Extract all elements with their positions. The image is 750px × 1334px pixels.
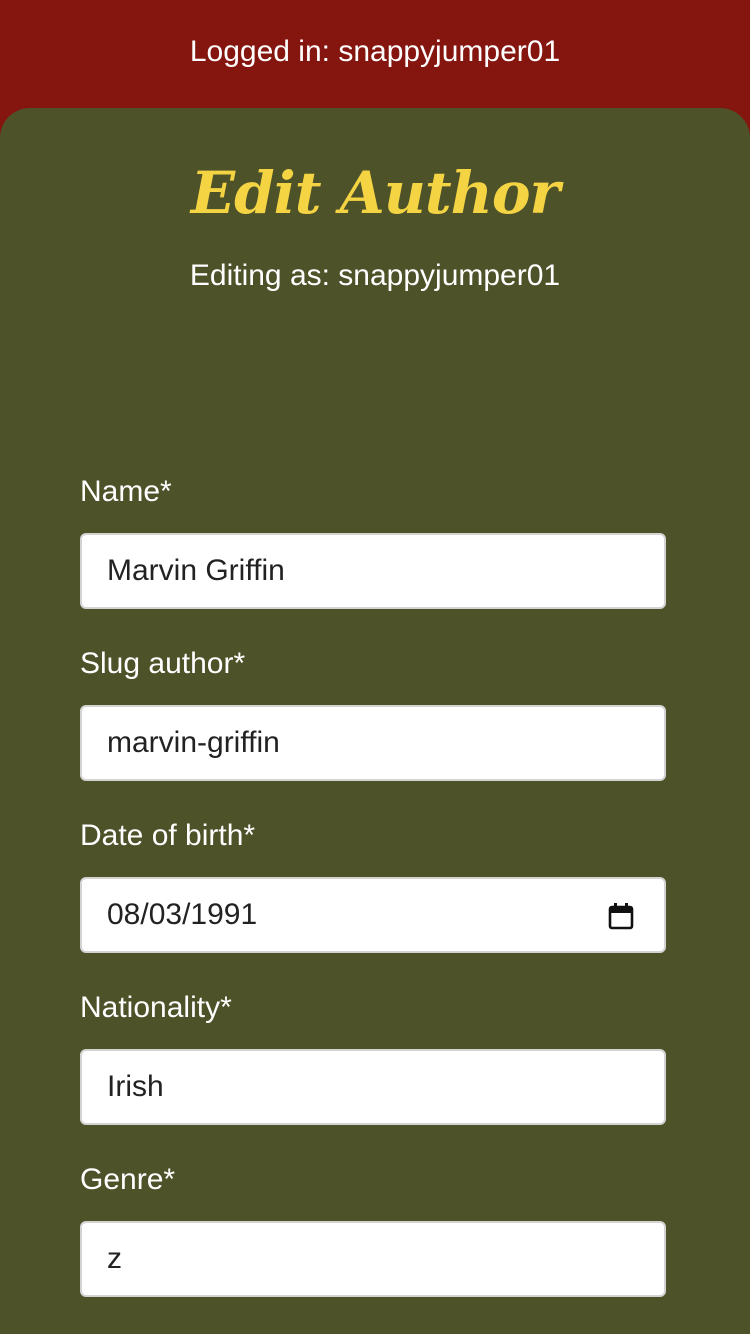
editing-as-text: Editing as: snappyjumper01 xyxy=(189,259,561,292)
genre-field[interactable]: z xyxy=(80,1221,666,1297)
genre-label: Genre* xyxy=(80,1163,176,1196)
slug-author-value: marvin-griffin xyxy=(107,726,280,759)
name-label: Name* xyxy=(80,475,172,508)
date-of-birth-value: 08/03/1991 xyxy=(107,898,258,931)
page-title: Edit Author xyxy=(190,159,560,227)
date-of-birth-field[interactable]: 08/03/1991 xyxy=(80,877,666,953)
nationality-label: Nationality* xyxy=(80,991,232,1024)
slug-author-field[interactable]: marvin-griffin xyxy=(80,705,666,781)
name-field[interactable]: Marvin Griffin xyxy=(80,533,666,609)
login-status: Logged in: snappyjumper01 xyxy=(189,35,561,68)
genre-value: z xyxy=(107,1242,122,1275)
calendar-icon[interactable] xyxy=(608,902,634,930)
nationality-value: Irish xyxy=(107,1070,164,1103)
name-value: Marvin Griffin xyxy=(107,554,285,587)
slug-author-label: Slug author* xyxy=(80,647,246,680)
date-of-birth-label: Date of birth* xyxy=(80,819,256,852)
top-bar: Logged in: snappyjumper01 xyxy=(0,0,750,108)
nationality-field[interactable]: Irish xyxy=(80,1049,666,1125)
